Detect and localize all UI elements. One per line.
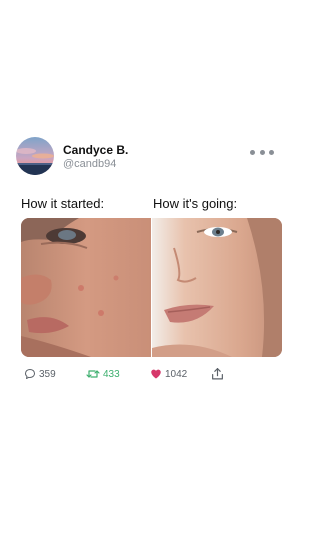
retweet-button[interactable]: 433	[86, 366, 120, 382]
caption-how-its-going: How it's going:	[153, 196, 238, 211]
before-photo[interactable]	[21, 218, 151, 357]
share-button[interactable]	[211, 366, 224, 382]
retweet-icon	[86, 370, 100, 378]
tweet-card: Candyce B. @candb94 How it started: How …	[0, 0, 300, 533]
like-button[interactable]: 1042	[150, 366, 187, 382]
speech-bubble-icon	[25, 369, 35, 379]
retweet-count: 433	[103, 368, 120, 380]
media-grid	[21, 218, 282, 357]
author-name[interactable]: Candyce B.	[63, 143, 128, 157]
reply-count: 359	[39, 368, 56, 380]
more-horizontal-icon[interactable]	[250, 147, 274, 157]
caption-how-it-started: How it started:	[21, 196, 105, 211]
avatar[interactable]	[16, 137, 54, 175]
like-count: 1042	[165, 368, 188, 380]
reply-button[interactable]: 359	[24, 366, 56, 382]
author-handle[interactable]: @candb94	[63, 158, 116, 170]
action-bar: 359 433 1042	[0, 366, 300, 384]
heart-icon	[151, 369, 161, 379]
share-icon	[212, 368, 223, 380]
after-photo[interactable]	[152, 218, 282, 357]
